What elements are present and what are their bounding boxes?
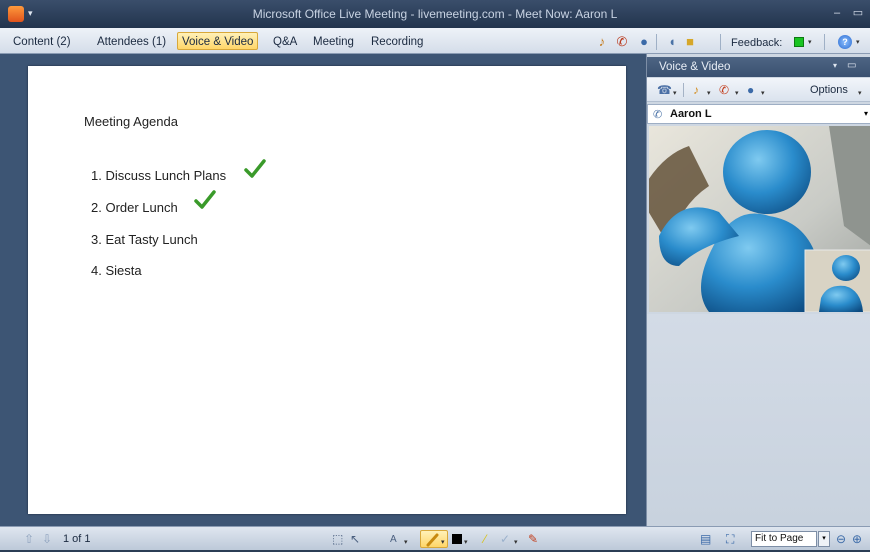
title-bar: ▾ Microsoft Office Live Meeting - liveme… — [0, 0, 870, 28]
menu-bar: Content (2) Attendees (1) Voice & Video … — [0, 28, 870, 54]
zoom-out-icon[interactable]: ⊖ — [836, 532, 846, 546]
agenda-item-2: 2. Order Lunch — [91, 200, 178, 215]
feedback-status-indicator[interactable] — [794, 37, 804, 47]
options-dropdown-icon[interactable]: ▾ — [858, 87, 862, 101]
options-button[interactable]: Options — [810, 84, 848, 96]
panel-restore-icon[interactable]: ▭ — [847, 60, 856, 71]
menu-qa[interactable]: Q&A — [268, 32, 302, 50]
phone-connect-icon[interactable]: ☎ — [657, 83, 672, 97]
next-page-icon[interactable]: ⇩ — [42, 532, 52, 546]
menu-attendees[interactable]: Attendees (1) — [92, 32, 171, 50]
page-indicator: 1 of 1 — [63, 533, 91, 545]
feedback-label: Feedback: — [731, 37, 783, 49]
color-dropdown-icon[interactable]: ▾ — [464, 536, 468, 550]
webcam-dropdown-icon[interactable]: ▾ — [761, 87, 765, 101]
checkmark-icon — [244, 159, 266, 178]
active-speaker-selector[interactable]: ✆ Aaron L ▾ — [647, 104, 870, 124]
content-stage: Meeting Agenda 1. Discuss Lunch Plans 2.… — [0, 54, 646, 526]
text-tool-icon[interactable]: A — [390, 533, 397, 547]
mute-mic-icon[interactable]: ♪ — [693, 83, 699, 97]
slide-canvas[interactable]: Meeting Agenda 1. Discuss Lunch Plans 2.… — [28, 66, 626, 514]
panel-header: Voice & Video ▾ ▭ — [647, 57, 870, 77]
menu-voice-video[interactable]: Voice & Video — [177, 32, 259, 50]
pointer-tool-icon[interactable]: ↖ — [350, 532, 360, 546]
agenda-item-3: 3. Eat Tasty Lunch — [91, 232, 198, 247]
speaker-dropdown-icon[interactable]: ▾ — [864, 109, 868, 118]
agenda-item-4: 4. Siesta — [91, 263, 142, 278]
highlighter-icon[interactable]: ⁄ — [484, 532, 486, 546]
full-screen-icon[interactable]: ⛶ — [726, 532, 734, 546]
thumbnails-icon[interactable]: ▤ — [700, 532, 711, 546]
panel-title: Voice & Video — [659, 61, 731, 73]
hang-up-icon[interactable]: ✆ — [719, 83, 729, 97]
svg-text:▾: ▾ — [441, 539, 445, 546]
help-dropdown-icon[interactable]: ▾ — [856, 38, 860, 46]
panel-toolbar: ☎ ▾ ♪ ▾ ✆ ▾ ● ▾ Options ▾ — [647, 78, 870, 102]
pen-tool-button[interactable]: ▾ — [420, 530, 448, 548]
previous-page-icon[interactable]: ⇧ — [24, 532, 34, 546]
minimize-button[interactable]: – — [828, 6, 846, 20]
participant-video-image — [649, 126, 870, 312]
select-tool-icon[interactable]: ⬚ — [332, 532, 343, 546]
toolbar-separator — [824, 34, 825, 50]
agenda-title: Meeting Agenda — [84, 114, 178, 129]
clear-annotations-icon[interactable]: ✎ — [528, 532, 538, 546]
panel-menu-dropdown-icon[interactable]: ▾ — [833, 61, 837, 70]
webcam-toggle-icon[interactable]: ● — [747, 83, 754, 97]
toolbar-separator — [656, 34, 657, 50]
menu-content[interactable]: Content (2) — [8, 32, 76, 50]
webcam-icon[interactable]: ● — [636, 34, 652, 50]
feedback-dropdown-icon[interactable]: ▾ — [808, 38, 812, 46]
pen-icon: ▾ — [426, 533, 445, 547]
zoom-select[interactable]: Fit to Page — [751, 531, 817, 547]
microphone-icon[interactable]: ♪ — [594, 34, 610, 50]
notes-icon[interactable]: ■ — [682, 34, 698, 50]
checkmark-icon — [194, 190, 216, 209]
hangup-dropdown-icon[interactable]: ▾ — [735, 87, 739, 101]
video-feed[interactable] — [649, 126, 870, 312]
eraser-dropdown-icon[interactable]: ▾ — [514, 536, 518, 550]
text-tool-dropdown-icon[interactable]: ▾ — [404, 536, 408, 550]
zoom-in-icon[interactable]: ⊕ — [852, 532, 862, 546]
eraser-icon[interactable]: ✓ — [500, 532, 510, 546]
help-icon[interactable]: ? — [838, 35, 852, 49]
menu-recording[interactable]: Recording — [366, 32, 428, 50]
zoom-dropdown-icon[interactable]: ▾ — [818, 531, 830, 547]
active-speaker-name: Aaron L — [670, 108, 712, 120]
menu-meeting[interactable]: Meeting — [308, 32, 359, 50]
panel-empty-area — [647, 314, 870, 526]
mic-dropdown-icon[interactable]: ▾ — [707, 87, 711, 101]
color-swatch-black[interactable] — [452, 534, 462, 544]
toolbar-separator — [720, 34, 721, 50]
agenda-item-1: 1. Discuss Lunch Plans — [91, 168, 227, 183]
window-title: Microsoft Office Live Meeting - livemeet… — [252, 7, 618, 21]
maximize-button[interactable]: ▭ — [849, 6, 867, 20]
phone-dropdown-icon[interactable]: ▾ — [673, 87, 677, 101]
phone-handset-icon: ✆ — [653, 109, 663, 121]
status-bar: ⇧ ⇩ 1 of 1 ⬚ ↖ A ▾ ▾ ▾ ⁄ ✓ ▾ ✎ ▤ ⛶ Fit t… — [0, 526, 870, 550]
voice-video-panel: Voice & Video ▾ ▭ ☎ ▾ ♪ ▾ ✆ ▾ ● ▾ Option… — [646, 54, 870, 526]
speaker-icon[interactable]: ◖ — [664, 34, 680, 50]
phone-icon[interactable]: ✆ — [614, 34, 630, 50]
toolbar-separator — [683, 83, 684, 97]
